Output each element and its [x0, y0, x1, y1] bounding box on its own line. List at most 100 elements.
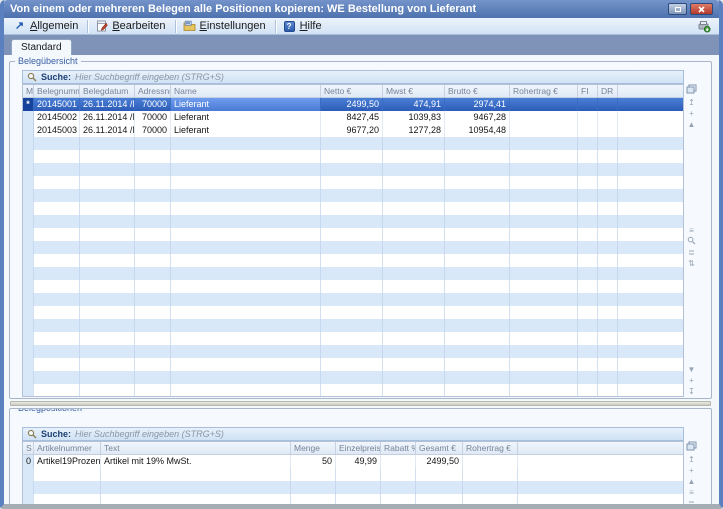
cell-empty[interactable]	[445, 371, 510, 384]
cell-adressnummer[interactable]: 70000	[135, 98, 171, 111]
cell-empty[interactable]	[23, 228, 34, 241]
cell-empty[interactable]	[598, 319, 618, 332]
cell-empty[interactable]	[445, 293, 510, 306]
empty-row[interactable]	[23, 481, 683, 494]
cell-netto[interactable]: 8427,45	[321, 111, 383, 124]
cell-empty[interactable]	[135, 384, 171, 397]
cell-empty[interactable]	[34, 280, 80, 293]
rows-view-button[interactable]: ≣	[688, 247, 695, 258]
cell-empty[interactable]	[80, 371, 135, 384]
cell-empty[interactable]	[23, 280, 34, 293]
cell-empty[interactable]	[34, 319, 80, 332]
cell-empty[interactable]	[321, 267, 383, 280]
cell-empty[interactable]	[618, 241, 683, 254]
cell-empty[interactable]	[598, 280, 618, 293]
cell-empty[interactable]	[321, 280, 383, 293]
cell-empty[interactable]	[135, 280, 171, 293]
cell-empty[interactable]	[135, 254, 171, 267]
cell-rabatt[interactable]	[381, 455, 416, 468]
table-row[interactable]: *2014500126.11.2014 /Mi70000Lieferant249…	[23, 98, 683, 111]
cell-empty[interactable]	[135, 202, 171, 215]
column-header-einzelpreis[interactable]: Einzelpreis €	[336, 442, 381, 454]
column-header-rohertrag[interactable]: Rohertrag €	[510, 85, 578, 97]
cell-empty[interactable]	[321, 189, 383, 202]
cell-empty[interactable]	[135, 150, 171, 163]
cell-brutto[interactable]: 2974,41	[445, 98, 510, 111]
cell-empty[interactable]	[291, 468, 336, 481]
cell-empty[interactable]	[445, 241, 510, 254]
cell-empty[interactable]	[321, 319, 383, 332]
cell-name[interactable]: Lieferant	[171, 98, 321, 111]
toolbar-button-einstellungen[interactable]: Einstellungen	[178, 19, 273, 33]
cell-empty[interactable]	[578, 163, 598, 176]
empty-row[interactable]	[23, 494, 683, 504]
tab-standard[interactable]: Standard	[11, 39, 72, 55]
cell-empty[interactable]	[598, 371, 618, 384]
cell-empty[interactable]	[578, 150, 598, 163]
cell-empty[interactable]	[618, 384, 683, 397]
empty-row[interactable]	[23, 306, 683, 319]
cell-empty[interactable]	[383, 267, 445, 280]
cell-text[interactable]: Artikel mit 19% MwSt.	[101, 455, 291, 468]
cell-s[interactable]: 0	[23, 455, 34, 468]
empty-row[interactable]	[23, 280, 683, 293]
cell-empty[interactable]	[23, 345, 34, 358]
cell-empty[interactable]	[510, 150, 578, 163]
cell-empty[interactable]	[34, 468, 101, 481]
cell-empty[interactable]	[80, 228, 135, 241]
cell-empty[interactable]	[445, 267, 510, 280]
cell-adressnummer[interactable]: 70000	[135, 111, 171, 124]
cell-empty[interactable]	[80, 215, 135, 228]
cell-empty[interactable]	[101, 468, 291, 481]
cell-empty[interactable]	[598, 176, 618, 189]
cell-empty[interactable]	[383, 332, 445, 345]
cell-empty[interactable]	[510, 163, 578, 176]
cell-empty[interactable]	[618, 254, 683, 267]
add-row-button[interactable]: +	[689, 465, 694, 476]
cell-empty[interactable]	[383, 293, 445, 306]
column-header-mwst[interactable]: Mwst €	[383, 85, 445, 97]
cell-empty[interactable]	[34, 176, 80, 189]
cell-empty[interactable]	[291, 494, 336, 504]
cell-empty[interactable]	[510, 228, 578, 241]
cell-empty[interactable]	[80, 384, 135, 397]
beleguebersicht-search-input[interactable]: Suche: Hier Suchbegriff eingeben (STRG+S…	[22, 70, 684, 84]
cell-empty[interactable]	[381, 481, 416, 494]
cell-empty[interactable]	[578, 345, 598, 358]
column-chooser-button[interactable]	[686, 84, 697, 94]
empty-row[interactable]	[23, 215, 683, 228]
cell-empty[interactable]	[80, 280, 135, 293]
cell-empty[interactable]	[336, 494, 381, 504]
cell-empty[interactable]	[23, 150, 34, 163]
cell-empty[interactable]	[416, 481, 463, 494]
close-button[interactable]	[690, 3, 713, 15]
zoom-search-button[interactable]	[687, 236, 696, 247]
cell-empty[interactable]	[578, 137, 598, 150]
column-header-filler[interactable]	[618, 85, 683, 97]
cell-empty[interactable]	[510, 306, 578, 319]
row-up-button[interactable]: ▲	[688, 476, 696, 487]
cell-rohertrag[interactable]	[510, 98, 578, 111]
cell-empty[interactable]	[598, 384, 618, 397]
cell-dr[interactable]	[598, 111, 618, 124]
cell-empty[interactable]	[510, 345, 578, 358]
column-header-rabatt[interactable]: Rabatt %	[381, 442, 416, 454]
cell-fi[interactable]	[578, 111, 598, 124]
cell-empty[interactable]	[101, 481, 291, 494]
cell-empty[interactable]	[383, 358, 445, 371]
cell-empty[interactable]	[510, 371, 578, 384]
cell-netto[interactable]: 9677,20	[321, 124, 383, 137]
cell-empty[interactable]	[445, 384, 510, 397]
rows-view-button[interactable]: ≣	[688, 498, 695, 504]
cell-empty[interactable]	[618, 150, 683, 163]
cell-empty[interactable]	[578, 254, 598, 267]
empty-row[interactable]	[23, 384, 683, 397]
cell-empty[interactable]	[34, 254, 80, 267]
empty-row[interactable]	[23, 176, 683, 189]
cell-empty[interactable]	[445, 254, 510, 267]
cell-empty[interactable]	[171, 267, 321, 280]
cell-empty[interactable]	[171, 358, 321, 371]
cell-empty[interactable]	[34, 332, 80, 345]
cell-empty[interactable]	[80, 189, 135, 202]
cell-empty[interactable]	[34, 293, 80, 306]
